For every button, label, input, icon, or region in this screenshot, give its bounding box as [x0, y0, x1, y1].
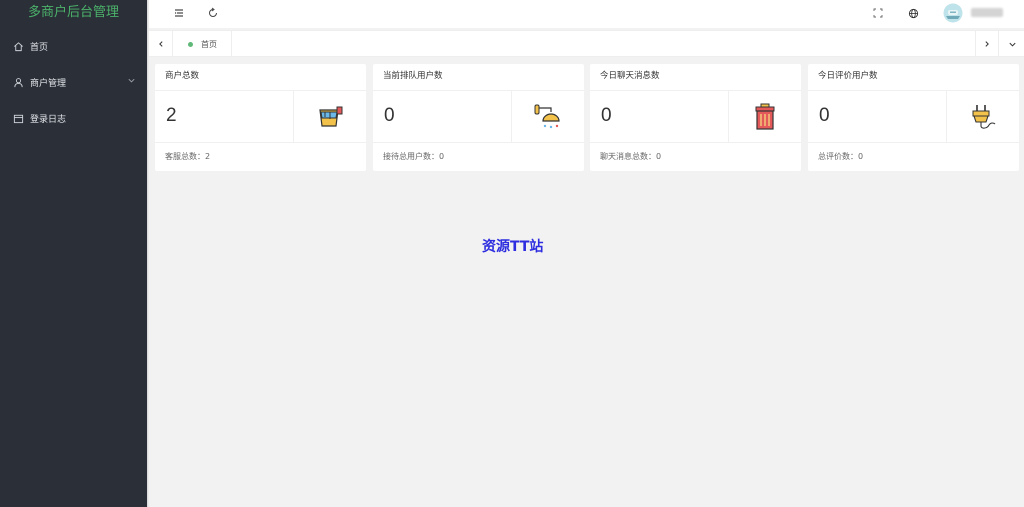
calendar-icon [12, 112, 24, 124]
trash-can-icon [728, 91, 801, 143]
card-value: 0 [601, 105, 612, 126]
tabs-scroll-left-button[interactable] [149, 31, 173, 57]
watermark-text: 资源TT站 [482, 239, 544, 255]
paint-bucket-icon [293, 91, 366, 143]
card-footer: 总评价数：0 [818, 152, 864, 161]
card-value: 0 [384, 105, 395, 126]
shower-icon [511, 91, 584, 143]
tabs-bar: 首页 [149, 30, 1024, 57]
card-footer: 接待总用户数：0 [383, 152, 445, 161]
card-footer: 客服总数：2 [165, 152, 211, 161]
card-title: 商户总数 [155, 64, 366, 91]
card-title: 当前排队用户数 [373, 64, 584, 91]
card-value: 2 [166, 105, 177, 126]
user-icon [12, 76, 24, 88]
sidebar-item-label: 商户管理 [30, 78, 67, 89]
sidebar-item-label: 首页 [30, 42, 49, 53]
home-icon [12, 40, 24, 52]
stat-card-today-reviews: 今日评价用户数 0 总评价数：0 [808, 64, 1019, 171]
card-value: 0 [819, 105, 830, 126]
card-title: 今日聊天消息数 [590, 64, 801, 91]
sidebar-item-label: 登录日志 [30, 114, 67, 125]
card-title: 今日评价用户数 [808, 64, 1019, 91]
plug-icon [946, 91, 1019, 143]
tab-label: 首页 [201, 39, 217, 49]
card-footer: 聊天消息总数：0 [600, 152, 662, 161]
fullscreen-icon[interactable] [870, 5, 886, 21]
sidebar-shadow [147, 0, 149, 507]
globe-icon[interactable] [905, 5, 921, 21]
tabs-dropdown-button[interactable] [1000, 31, 1024, 57]
tabs-scroll-right-button[interactable] [975, 31, 999, 57]
sidebar-item-login-log[interactable]: 登录日志 [0, 100, 147, 136]
top-header [149, 0, 1024, 28]
app-logo-title: 多商户后台管理 [0, 0, 147, 28]
username-blurred[interactable] [971, 8, 1003, 17]
avatar[interactable] [943, 3, 963, 23]
sidebar: 多商户后台管理 首页 商户管理 登录日志 [0, 0, 147, 507]
tab-home[interactable]: 首页 [174, 31, 232, 57]
sidebar-item-merchant-management[interactable]: 商户管理 [0, 64, 147, 100]
refresh-icon[interactable] [205, 5, 221, 21]
active-dot [188, 41, 193, 47]
menu-toggle-icon[interactable] [171, 5, 187, 21]
stat-card-today-messages: 今日聊天消息数 0 聊天消息总数：0 [590, 64, 801, 171]
stat-card-queue-users: 当前排队用户数 0 接待总用户数：0 [373, 64, 584, 171]
stat-card-merchants: 商户总数 2 客服总数：2 [155, 64, 366, 171]
chevron-down-icon [127, 76, 137, 86]
sidebar-item-home[interactable]: 首页 [0, 28, 147, 64]
